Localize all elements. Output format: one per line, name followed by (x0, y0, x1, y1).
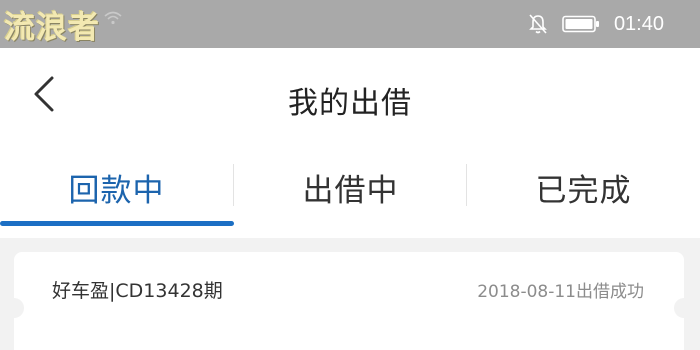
wifi-icon (104, 10, 122, 29)
clock-time: 01:40 (613, 12, 664, 35)
loan-name: 好车盈|CD13428期 (52, 280, 223, 302)
tab-completed[interactable]: 已完成 (467, 148, 700, 226)
tab-bar: 回款中 出借中 已完成 (0, 148, 700, 238)
active-tab-indicator (0, 221, 234, 226)
watermark-logo: 流浪者 (4, 10, 100, 46)
loan-status-date: 2018-08-11出借成功 (477, 282, 644, 302)
status-indicators: 01:40 (528, 0, 664, 48)
app-header: 我的出借 (0, 48, 700, 148)
card-notch-left (4, 298, 24, 318)
tab-repaying[interactable]: 回款中 (0, 148, 233, 226)
page-title: 我的出借 (288, 86, 412, 121)
notifications-off-icon (528, 13, 548, 35)
status-bar: 流浪者 01:40 (0, 0, 700, 48)
battery-icon (562, 15, 600, 33)
card-notch-right (674, 298, 694, 318)
tab-lending[interactable]: 出借中 (234, 148, 467, 226)
loan-card[interactable]: 好车盈|CD13428期 2018-08-11出借成功 (4, 252, 694, 350)
